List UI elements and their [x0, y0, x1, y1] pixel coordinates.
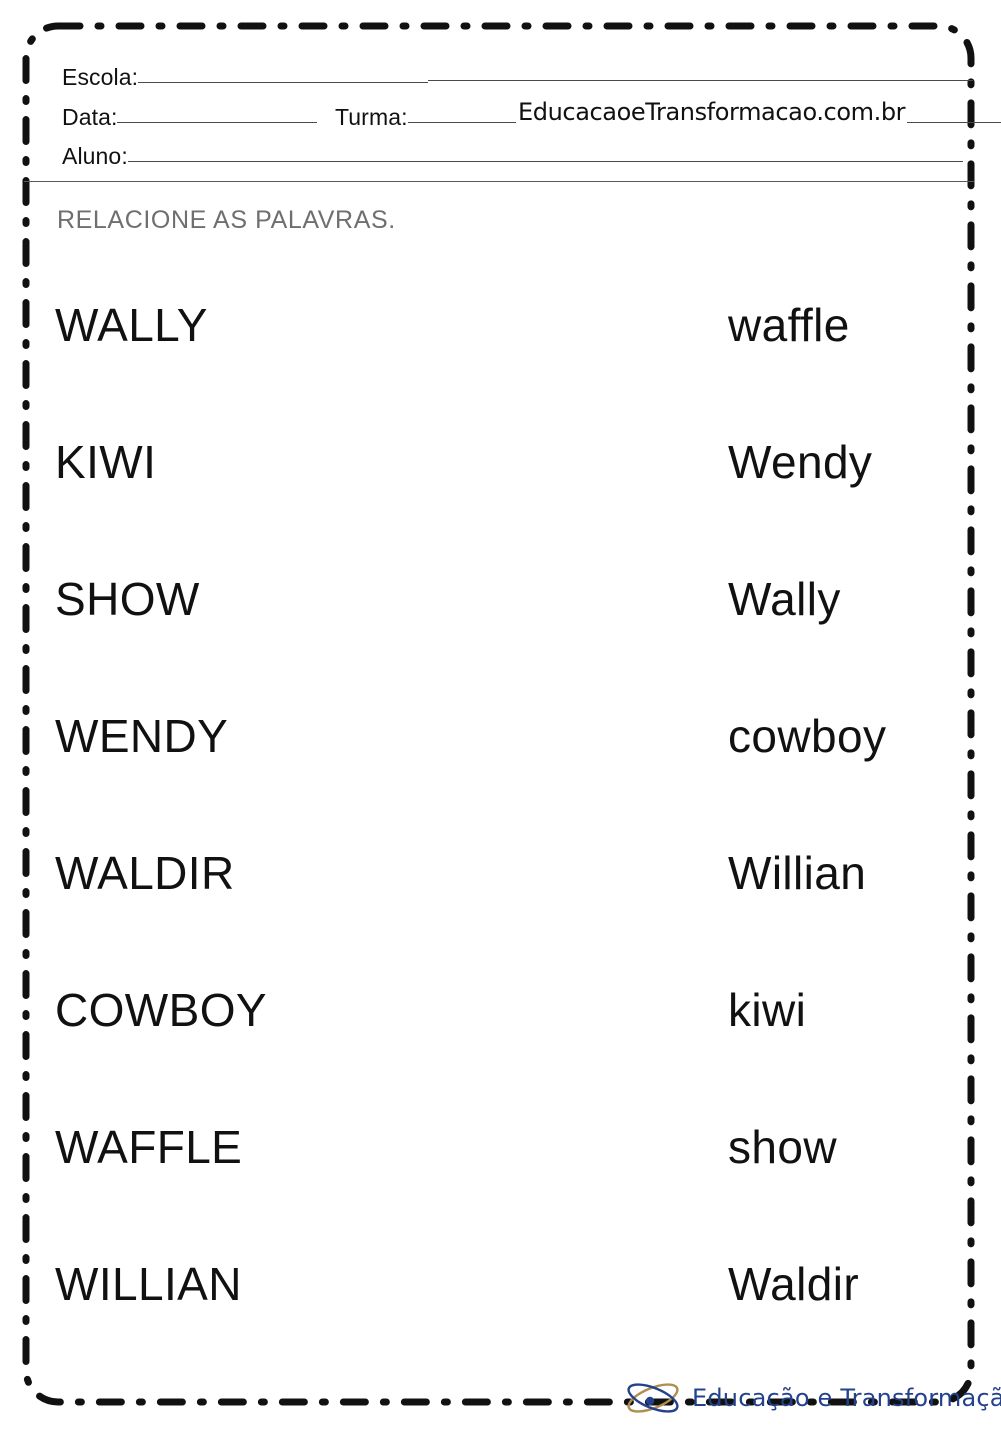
word-pair-row: WILLIAN Waldir [0, 1241, 1001, 1378]
left-word[interactable]: WAFFLE [55, 1124, 242, 1170]
worksheet-page: Escola: Data: Turma: Aluno: EducacaoeTra… [0, 0, 1001, 1434]
left-word[interactable]: SHOW [55, 576, 200, 622]
word-pair-row: WALLY waffle [0, 282, 1001, 419]
matching-exercise: WALLY waffle KIWI Wendy SHOW Wally WENDY… [0, 282, 1001, 1378]
field-aluno-label: Aluno: [62, 143, 128, 169]
field-escola-writing-line-extension[interactable] [428, 80, 974, 81]
word-pair-row: WENDY cowboy [0, 693, 1001, 830]
right-word[interactable]: Wendy [728, 439, 872, 485]
field-turma-label: Turma: [335, 104, 408, 130]
footer-logo-text: Educação e Transformação [692, 1384, 1001, 1412]
footer-logo: Educação e Transformação [622, 1378, 1001, 1418]
header-divider [24, 181, 974, 182]
word-pair-row: SHOW Wally [0, 556, 1001, 693]
right-word[interactable]: cowboy [728, 713, 886, 759]
field-escola-label: Escola: [62, 64, 139, 90]
field-data-writing-line[interactable] [117, 122, 318, 123]
site-watermark: EducacaoeTransformacao.com.br [516, 98, 908, 126]
orbit-atom-icon [627, 1383, 679, 1413]
left-word[interactable]: WILLIAN [55, 1261, 242, 1307]
field-escola: Escola: [62, 64, 974, 91]
field-escola-writing-line[interactable] [138, 82, 429, 83]
field-aluno: Aluno: [62, 143, 963, 170]
right-word[interactable]: waffle [728, 302, 850, 348]
field-data-label: Data: [62, 104, 118, 130]
right-word[interactable]: Wally [728, 576, 841, 622]
right-word[interactable]: Waldir [728, 1261, 859, 1307]
left-word[interactable]: COWBOY [55, 987, 267, 1033]
left-word[interactable]: WALLY [55, 302, 208, 348]
instruction-text: RELACIONE AS PALAVRAS. [57, 206, 396, 234]
left-word[interactable]: WENDY [55, 713, 228, 759]
right-word[interactable]: show [728, 1124, 837, 1170]
field-data: Data: [62, 104, 318, 131]
right-word[interactable]: kiwi [728, 987, 806, 1033]
field-aluno-writing-line[interactable] [127, 161, 963, 162]
word-pair-row: WAFFLE show [0, 1104, 1001, 1241]
worksheet-header: Escola: Data: Turma: Aluno: EducacaoeTra… [0, 0, 1001, 186]
left-word[interactable]: KIWI [55, 439, 156, 485]
word-pair-row: WALDIR Willian [0, 830, 1001, 967]
right-word[interactable]: Willian [728, 850, 866, 896]
word-pair-row: KIWI Wendy [0, 419, 1001, 556]
left-word[interactable]: WALDIR [55, 850, 235, 896]
word-pair-row: COWBOY kiwi [0, 967, 1001, 1104]
